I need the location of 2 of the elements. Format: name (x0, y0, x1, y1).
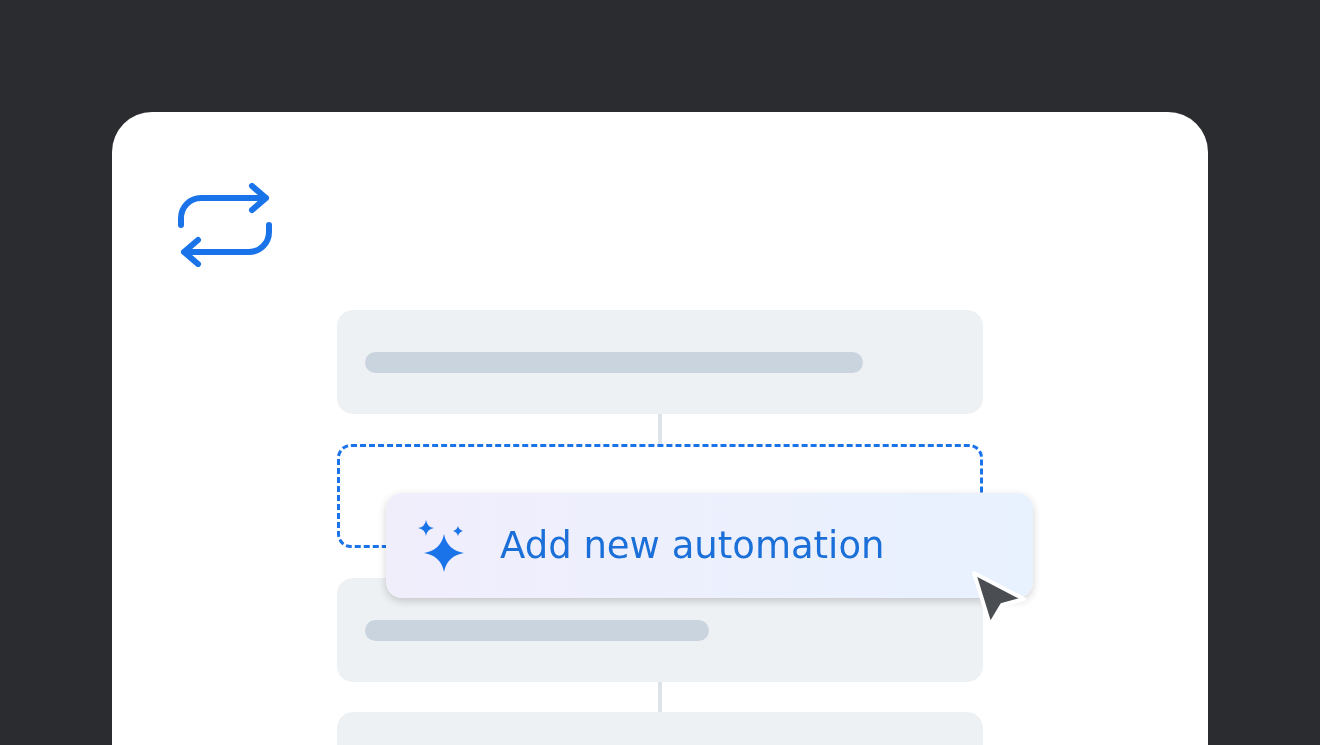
repeat-icon (178, 183, 272, 267)
add-automation-button[interactable]: Add new automation (386, 493, 1033, 598)
